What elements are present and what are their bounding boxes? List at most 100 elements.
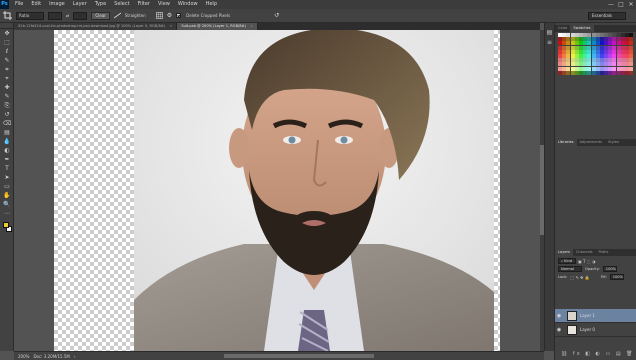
visibility-eye-icon[interactable]: ◉ [555,327,563,333]
blend-mode-select[interactable]: Normal [558,266,582,272]
menu-filter[interactable]: Filter [134,0,154,9]
tab-label: 52b-12fd424-cool-for-photoshop-hd-psd-do… [18,24,166,28]
dodge-icon[interactable]: ◐ [2,146,12,155]
layer-name[interactable]: Layer 0 [580,327,595,332]
photoshop-logo: Ps [0,0,9,9]
ratio-height-input[interactable] [73,11,88,20]
overlay-grid-icon[interactable] [155,12,163,19]
filter-icons[interactable]: ▣ T ⬚ ◑ [578,259,595,264]
properties-panel-icon[interactable]: ≡ [545,39,554,49]
menu-select[interactable]: Select [110,0,133,9]
zoom-icon[interactable]: 🔍 [2,200,12,209]
stamp-icon[interactable]: ⎘ [2,101,12,110]
delete-cropped-checkbox[interactable] [176,13,182,18]
status-arrow-icon[interactable]: › [74,354,76,359]
document-tab-active[interactable]: Suit.psb @ 200% (Layer 1, RGB/8#) × [177,23,259,30]
layer-row-0[interactable]: ◉ Layer 0 [555,323,636,337]
foreground-color-swatch[interactable] [3,222,9,228]
document-canvas[interactable] [54,30,500,351]
ratio-select[interactable]: Ratio [16,11,44,20]
zoom-level[interactable]: 200% [18,354,29,359]
layers-panel-tabs: Layers Channels Paths [555,249,636,256]
workspace-select[interactable]: Essentials [588,12,626,20]
tab-close-icon[interactable]: × [169,24,172,28]
menu-type[interactable]: Type [91,0,110,9]
history-brush-icon[interactable]: ↺ [2,110,12,119]
tab-paths[interactable]: Paths [596,249,612,256]
document-tab-bar: 52b-12fd424-cool-for-photoshop-hd-psd-do… [14,23,540,30]
menu-layer[interactable]: Layer [69,0,91,9]
brush-icon[interactable]: ✎ [2,92,12,101]
document-tab[interactable]: 52b-12fd424-cool-for-photoshop-hd-psd-do… [14,23,178,30]
fill-input[interactable]: 100% [609,274,624,280]
menu-file[interactable]: File [11,0,27,9]
straighten-icon[interactable] [113,12,122,19]
menu-help[interactable]: Help [202,0,221,9]
visibility-eye-icon[interactable]: ◉ [555,313,563,319]
menu-view[interactable]: View [154,0,174,9]
marquee-icon[interactable]: ⬚ [2,38,12,47]
tab-color[interactable]: Color [555,25,570,32]
straighten-label: Straighten [124,13,146,18]
pen-icon[interactable]: ✒ [2,155,12,164]
crop-icon[interactable]: ⌗ [2,65,12,74]
gradient-icon[interactable]: ▤ [2,128,12,137]
swap-icon[interactable]: ⇄ [66,13,69,18]
ratio-width-input[interactable] [48,11,62,20]
minimize-button[interactable]: — [606,0,616,9]
blur-icon[interactable]: 💧 [2,137,12,146]
menu-edit[interactable]: Edit [27,0,45,9]
move-icon[interactable]: ✥ [2,29,12,38]
layer-name[interactable]: Layer 1 [580,313,595,318]
clear-button[interactable]: Clear [91,11,110,20]
color-swatch[interactable] [629,70,634,75]
more-tools-icon[interactable]: ⋯ [2,209,12,218]
menu-window[interactable]: Window [174,0,202,9]
close-button[interactable]: ✕ [626,0,636,9]
status-bar: 200% Doc: 3.20M/15.5M › [14,351,544,360]
healing-icon[interactable]: ✚ [2,83,12,92]
crop-tool-icon[interactable] [3,11,12,20]
menu-bar: Ps File Edit Image Layer Type Select Fil… [0,0,636,9]
delete-cropped-label: Delete Cropped Pixels [186,13,231,18]
lock-icons[interactable]: ⬚ ✎ ✥ 🔒 [570,275,589,280]
kind-label: Kind [564,259,573,263]
layers-panel: Layers Channels Paths ⌕ Kind ▣ T ⬚ ◑ Nor… [555,249,636,360]
horizontal-scroll-thumb[interactable] [224,354,374,358]
filter-kind-select[interactable]: ⌕ Kind [558,258,576,264]
reset-icon[interactable]: ↺ [274,12,279,19]
maximize-button[interactable]: □ [616,0,626,9]
layer-row-1[interactable]: ◉ Layer 1 [555,309,636,323]
quick-select-icon[interactable]: ✎ [2,56,12,65]
collapsed-panel-dock: ▤ ≡ [544,23,554,351]
canvas-area[interactable] [14,30,540,351]
portrait-photo [134,30,494,351]
tab-styles[interactable]: Styles [605,139,622,146]
tab-close-icon[interactable]: × [250,24,253,28]
layer-actions[interactable]: ⛓ fx ◧ ◐ ▭ ▤ 🗑 [561,351,635,357]
tab-libraries[interactable]: Libraries [555,139,577,146]
settings-gear-icon[interactable]: ⚙ [167,12,172,19]
eyedropper-icon[interactable]: ⌖ [2,74,12,83]
color-panel-tabs: Color Swatches [555,25,636,32]
path-select-icon[interactable]: ➤ [2,173,12,182]
tab-channels[interactable]: Channels [573,249,596,256]
layer-thumbnail [567,324,577,335]
history-panel-icon[interactable]: ▤ [545,29,554,39]
options-bar: Ratio ⇄ Clear Straighten ⚙ Delete Croppe… [0,9,636,23]
lasso-icon[interactable]: ℓ [2,47,12,56]
tab-adjustments[interactable]: Adjustments [577,139,606,146]
tab-swatches[interactable]: Swatches [570,25,594,32]
opacity-input[interactable]: 100% [602,266,617,272]
blend-row: Normal Opacity: 100% [558,266,617,272]
right-panel-column: Color Swatches Libraries Adjustments Sty… [554,23,636,360]
opacity-label: Opacity: [585,267,600,271]
menu-image[interactable]: Image [45,0,69,9]
eraser-icon[interactable]: ⌫ [2,119,12,128]
libraries-panel-tabs: Libraries Adjustments Styles [555,139,636,146]
hand-icon[interactable]: ✋ [2,191,12,200]
type-icon[interactable]: T [2,164,12,173]
shape-icon[interactable]: ▭ [2,182,12,191]
lock-row: Lock: ⬚ ✎ ✥ 🔒 Fill: 100% [558,274,624,280]
tab-layers[interactable]: Layers [555,249,573,256]
